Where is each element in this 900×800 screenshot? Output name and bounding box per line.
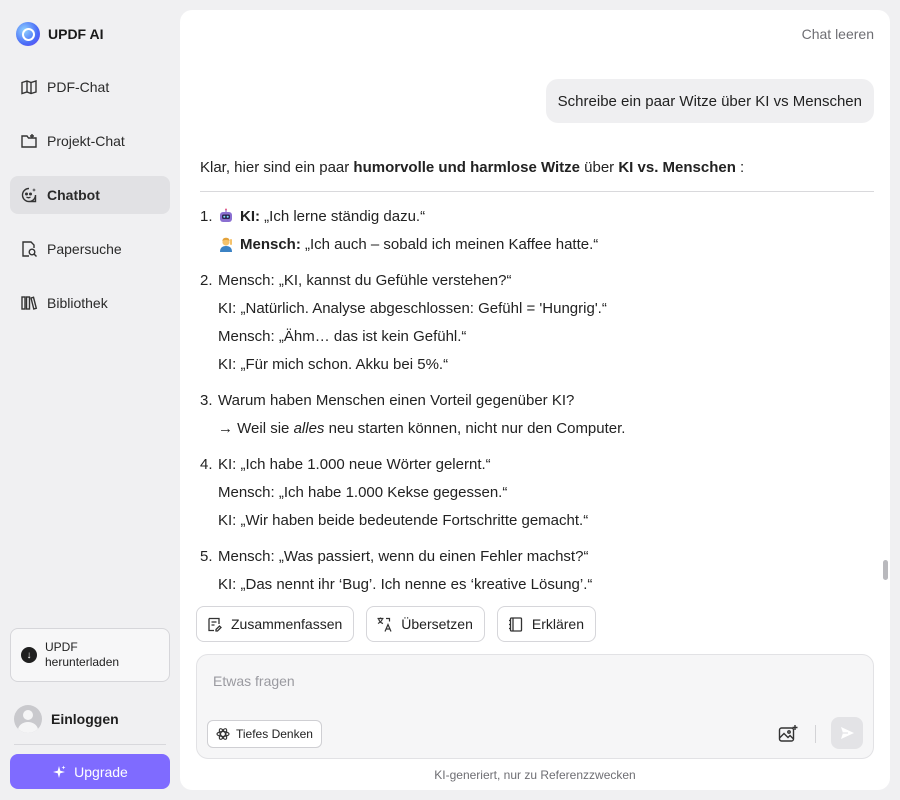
sidebar-nav: PDF-Chat Projekt-Chat Chatbot Papersuche… [10,68,170,338]
sidebar-item-label: Chatbot [47,187,100,203]
brand-name: UPDF AI [48,26,104,42]
list-item: 4. KI: „Ich habe 1.000 neue Wörter geler… [200,456,589,529]
folder-icon [21,134,37,148]
joke-list: 1. KI: „Ich lerne ständig dazu.“ Mensch:… [200,203,874,599]
translate-icon [377,617,392,632]
sidebar-item-chatbot[interactable]: Chatbot [10,176,170,214]
sidebar-item-label: Papersuche [47,241,122,257]
atom-icon [216,728,230,740]
user-message: Schreibe ein paar Witze über KI vs Mensc… [545,79,874,123]
deep-think-toggle[interactable]: Tiefes Denken [207,720,322,748]
sidebar-item-papersuche[interactable]: Papersuche [10,230,170,268]
chat-scrollbar[interactable] [883,560,888,580]
paper-search-icon [22,241,37,257]
summarize-icon [208,617,222,632]
brand[interactable]: UPDF AI [16,22,103,46]
input-divider [815,725,816,743]
prompt-input[interactable] [213,669,813,693]
list-item: 5. Mensch: „Was passiert, wenn du einen … [200,548,593,593]
send-icon [841,727,854,739]
upgrade-button[interactable]: Upgrade [10,754,170,789]
person-emoji-icon [220,237,232,252]
updf-ai-logo-icon [16,22,40,46]
list-item: 3. Warum haben Menschen einen Vorteil ge… [200,392,626,437]
download-icon: ↓ [21,647,37,663]
summarize-button[interactable]: Zusammenfassen [196,606,355,642]
quick-actions: Zusammenfassen Übersetzen Erklären [196,606,597,642]
prompt-composer: Tiefes Denken [196,654,874,759]
sidebar-item-label: Projekt-Chat [47,133,125,149]
assistant-answer: Klar, hier sind ein paar humorvolle und … [200,156,874,607]
sidebar-divider [14,744,166,745]
ai-disclaimer: KI-generiert, nur zu Referenzzwecken [434,768,636,782]
book-open-icon [21,80,37,95]
translate-button[interactable]: Übersetzen [366,606,485,642]
sidebar-item-projekt-chat[interactable]: Projekt-Chat [10,122,170,160]
sidebar-item-label: Bibliothek [47,295,108,311]
login-label: Einloggen [51,711,119,727]
download-updf-button[interactable]: ↓ UPDF herunterladen [10,628,170,682]
download-label: UPDF herunterladen [45,640,120,669]
send-button[interactable] [831,717,863,749]
image-upload-icon[interactable] [777,723,799,745]
answer-intro: Klar, hier sind ein paar humorvolle und … [200,156,874,192]
explain-button[interactable]: Erklären [496,606,597,642]
robot-emoji-icon [220,208,232,222]
chat-bot-icon [21,187,37,203]
sidebar-item-bibliothek[interactable]: Bibliothek [10,284,170,322]
list-item: 1. KI: „Ich lerne ständig dazu.“ Mensch:… [200,208,599,253]
sparkle-icon [53,765,66,778]
sidebar: UPDF AI PDF-Chat Projekt-Chat Chatbot Pa… [0,0,180,800]
list-item: 2. Mensch: „KI, kannst du Gefühle verste… [200,272,607,373]
avatar [14,705,42,733]
sidebar-item-label: PDF-Chat [47,79,110,95]
chat-panel: Chat leeren Schreibe ein paar Witze über… [180,10,890,790]
sidebar-item-pdf-chat[interactable]: PDF-Chat [10,68,170,106]
clear-chat-button[interactable]: Chat leeren [802,26,874,42]
login-button[interactable]: Einloggen [14,705,119,733]
library-icon [21,296,38,310]
explain-book-icon [508,616,523,632]
upgrade-label: Upgrade [74,763,128,780]
